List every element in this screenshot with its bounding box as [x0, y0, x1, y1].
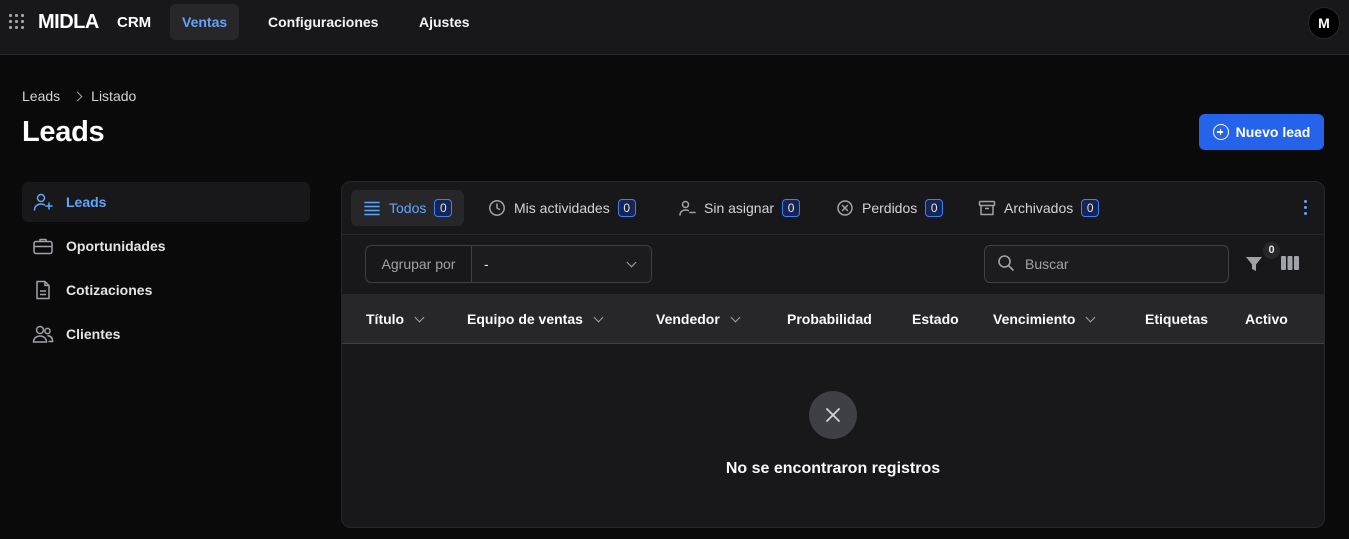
user-minus-icon — [678, 199, 696, 217]
tab-count-badge: 0 — [782, 199, 801, 217]
nav-ventas[interactable]: Ventas — [170, 4, 240, 40]
new-lead-label: Nuevo lead — [1235, 124, 1311, 140]
sidebar-item-oportunidades[interactable]: Oportunidades — [22, 226, 310, 266]
tab-label: Sin asignar — [704, 200, 775, 216]
table-header: Título Equipo de ventas Vendedor Probabi… — [342, 294, 1324, 344]
column-equipo-de-ventas[interactable]: Equipo de ventas — [467, 294, 604, 344]
tab-label: Archivados — [1004, 200, 1074, 216]
columns-icon[interactable] — [1280, 254, 1300, 272]
sidebar-item-clientes[interactable]: Clientes — [22, 314, 310, 354]
clock-icon — [488, 199, 506, 217]
apps-grid-icon[interactable] — [9, 14, 25, 30]
column-estado: Estado — [912, 294, 959, 344]
user-avatar[interactable]: M — [1308, 7, 1340, 39]
user-plus-icon — [32, 191, 54, 213]
tab-label: Mis actividades — [514, 200, 610, 216]
column-label: Vencimiento — [993, 311, 1076, 327]
top-bar: MIDLA CRM Ventas Configuraciones Ajustes… — [0, 0, 1349, 55]
more-options-icon[interactable] — [1304, 200, 1308, 216]
column-label: Probabilidad — [787, 311, 872, 327]
tab-todos[interactable]: Todos 0 — [351, 190, 465, 226]
document-icon — [32, 279, 54, 301]
nav-ajustes[interactable]: Ajustes — [407, 4, 482, 40]
column-vendedor[interactable]: Vendedor — [656, 294, 741, 344]
chevron-down-icon — [730, 312, 741, 322]
leads-panel: Todos 0 Mis actividades 0 Sin asignar 0 — [341, 181, 1325, 528]
tab-mis-actividades[interactable]: Mis actividades 0 — [476, 190, 648, 226]
nav-configuraciones[interactable]: Configuraciones — [256, 4, 390, 40]
chevron-down-icon — [593, 312, 604, 322]
empty-state: No se encontraron registros — [342, 344, 1324, 527]
archive-icon — [978, 199, 996, 217]
tab-perdidos[interactable]: Perdidos 0 — [824, 190, 955, 226]
briefcase-icon — [32, 235, 54, 257]
sidebar-item-label: Oportunidades — [66, 238, 166, 254]
chevron-down-icon — [414, 312, 425, 322]
sidebar-item-leads[interactable]: Leads — [22, 182, 310, 222]
tab-label: Todos — [389, 200, 427, 216]
sidebar-item-label: Cotizaciones — [66, 282, 153, 298]
chevron-down-icon — [626, 257, 637, 268]
column-label: Título — [366, 311, 405, 327]
breadcrumb: Leads Listado — [22, 88, 136, 104]
column-label: Equipo de ventas — [467, 311, 583, 327]
sidebar-item-label: Leads — [66, 194, 107, 210]
tab-count-badge: 0 — [617, 199, 636, 217]
plus-circle-icon — [1212, 124, 1229, 140]
column-label: Estado — [912, 311, 959, 327]
tabs-bar: Todos 0 Mis actividades 0 Sin asignar 0 — [342, 182, 1324, 235]
column-vencimiento[interactable]: Vencimiento — [993, 294, 1096, 344]
tab-sin-asignar[interactable]: Sin asignar 0 — [666, 190, 812, 226]
chevron-down-icon — [1086, 312, 1096, 322]
group-by-label: Agrupar por — [366, 246, 472, 282]
close-icon — [809, 391, 857, 439]
search-box[interactable] — [984, 245, 1229, 283]
search-icon — [997, 254, 1015, 275]
x-circle-icon — [836, 199, 854, 217]
filter-icon[interactable] — [1244, 254, 1264, 274]
new-lead-button[interactable]: Nuevo lead — [1199, 114, 1324, 150]
column-label: Vendedor — [656, 311, 720, 327]
sidebar-item-cotizaciones[interactable]: Cotizaciones — [22, 270, 310, 310]
search-input[interactable] — [1025, 256, 1215, 272]
group-by-value: - — [484, 256, 489, 272]
column-label: Etiquetas — [1145, 311, 1209, 327]
list-icon — [363, 199, 381, 217]
tab-archivados[interactable]: Archivados 0 — [966, 190, 1111, 226]
group-by-dropdown[interactable]: - — [472, 246, 651, 282]
breadcrumb-listado: Listado — [91, 88, 137, 104]
product-name: CRM — [117, 14, 152, 31]
column-etiquetas: Etiquetas — [1145, 294, 1208, 344]
tab-label: Perdidos — [862, 200, 918, 216]
page-title: Leads — [22, 116, 105, 148]
breadcrumb-leads[interactable]: Leads — [22, 88, 60, 104]
column-titulo[interactable]: Título — [366, 294, 425, 344]
column-activo: Activo — [1245, 294, 1288, 344]
column-label: Activo — [1245, 311, 1288, 327]
filter-count-badge: 0 — [1263, 242, 1280, 259]
empty-message: No se encontraron registros — [725, 460, 941, 477]
chevron-right-icon — [72, 91, 83, 101]
table-toolbar: Agrupar por - 0 — [342, 235, 1324, 294]
group-by-select[interactable]: Agrupar por - — [365, 245, 652, 283]
users-icon — [32, 323, 54, 345]
tab-count-badge: 0 — [925, 199, 944, 217]
column-probabilidad: Probabilidad — [787, 294, 872, 344]
tab-count-badge: 0 — [434, 199, 453, 217]
tab-count-badge: 0 — [1081, 199, 1100, 217]
sidebar-item-label: Clientes — [66, 326, 121, 342]
brand-logo[interactable]: MIDLA — [38, 11, 99, 34]
